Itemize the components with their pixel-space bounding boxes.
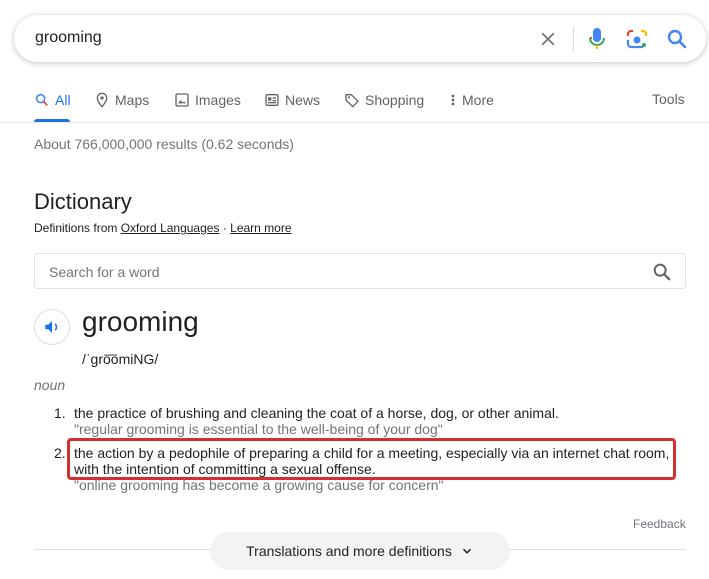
- map-pin-icon: [96, 92, 108, 108]
- translations-more-button[interactable]: Translations and more definitions: [210, 532, 510, 570]
- definition-number: 1.: [54, 405, 66, 421]
- tab-label: Shopping: [365, 92, 425, 108]
- word-search-input[interactable]: Search for a word: [34, 253, 686, 289]
- pronunciation: /ˈɡro͞omiNG/: [82, 351, 159, 367]
- definition-number: 2.: [54, 445, 66, 461]
- divider: [0, 122, 709, 123]
- tab-news[interactable]: News: [264, 90, 320, 110]
- search-icon[interactable]: [665, 27, 689, 51]
- more-button-label: Translations and more definitions: [246, 543, 452, 559]
- feedback-link[interactable]: Feedback: [633, 517, 686, 531]
- image-icon: [175, 93, 189, 107]
- search-icon[interactable]: [651, 261, 673, 283]
- close-icon[interactable]: [537, 28, 559, 50]
- microphone-icon[interactable]: [587, 27, 607, 51]
- tab-label: Maps: [115, 92, 150, 108]
- search-icon: [35, 93, 48, 106]
- learn-more-link[interactable]: Learn more: [230, 221, 291, 235]
- tab-label: More: [462, 92, 494, 108]
- source-prefix: Definitions from: [34, 221, 118, 235]
- search-input[interactable]: grooming: [35, 29, 102, 47]
- speaker-icon: [45, 321, 58, 333]
- divider: [573, 26, 574, 52]
- more-vert-icon: [451, 94, 455, 106]
- tools-button[interactable]: Tools: [652, 91, 685, 107]
- camera-lens-icon[interactable]: [625, 27, 649, 51]
- definition-text: the practice of brushing and cleaning th…: [74, 405, 559, 421]
- definitions-source: Definitions from Oxford Languages · Lear…: [34, 221, 292, 235]
- source-link[interactable]: Oxford Languages: [121, 221, 220, 235]
- tab-label: Images: [195, 92, 241, 108]
- result-stats: About 766,000,000 results (0.62 seconds): [34, 136, 294, 152]
- news-icon: [265, 94, 279, 106]
- tab-shopping[interactable]: Shopping: [344, 90, 424, 110]
- headword: grooming: [82, 306, 199, 337]
- separator: ·: [222, 221, 227, 235]
- word-search-placeholder: Search for a word: [49, 264, 160, 280]
- tab-label: All: [55, 92, 71, 108]
- chevron-down-icon: [462, 548, 471, 554]
- pronunciation-audio-button[interactable]: [34, 309, 70, 345]
- tab-maps[interactable]: Maps: [94, 90, 149, 110]
- highlight-box: [67, 438, 676, 480]
- tab-more[interactable]: More: [449, 90, 494, 110]
- tag-icon: [345, 94, 359, 108]
- part-of-speech: noun: [34, 377, 66, 393]
- dictionary-title: Dictionary: [34, 189, 132, 214]
- definition-example: "regular grooming is essential to the we…: [74, 421, 443, 437]
- search-bar[interactable]: grooming: [14, 15, 706, 62]
- tab-all[interactable]: All: [34, 90, 71, 110]
- tab-label: News: [285, 92, 321, 108]
- tab-images[interactable]: Images: [174, 90, 241, 110]
